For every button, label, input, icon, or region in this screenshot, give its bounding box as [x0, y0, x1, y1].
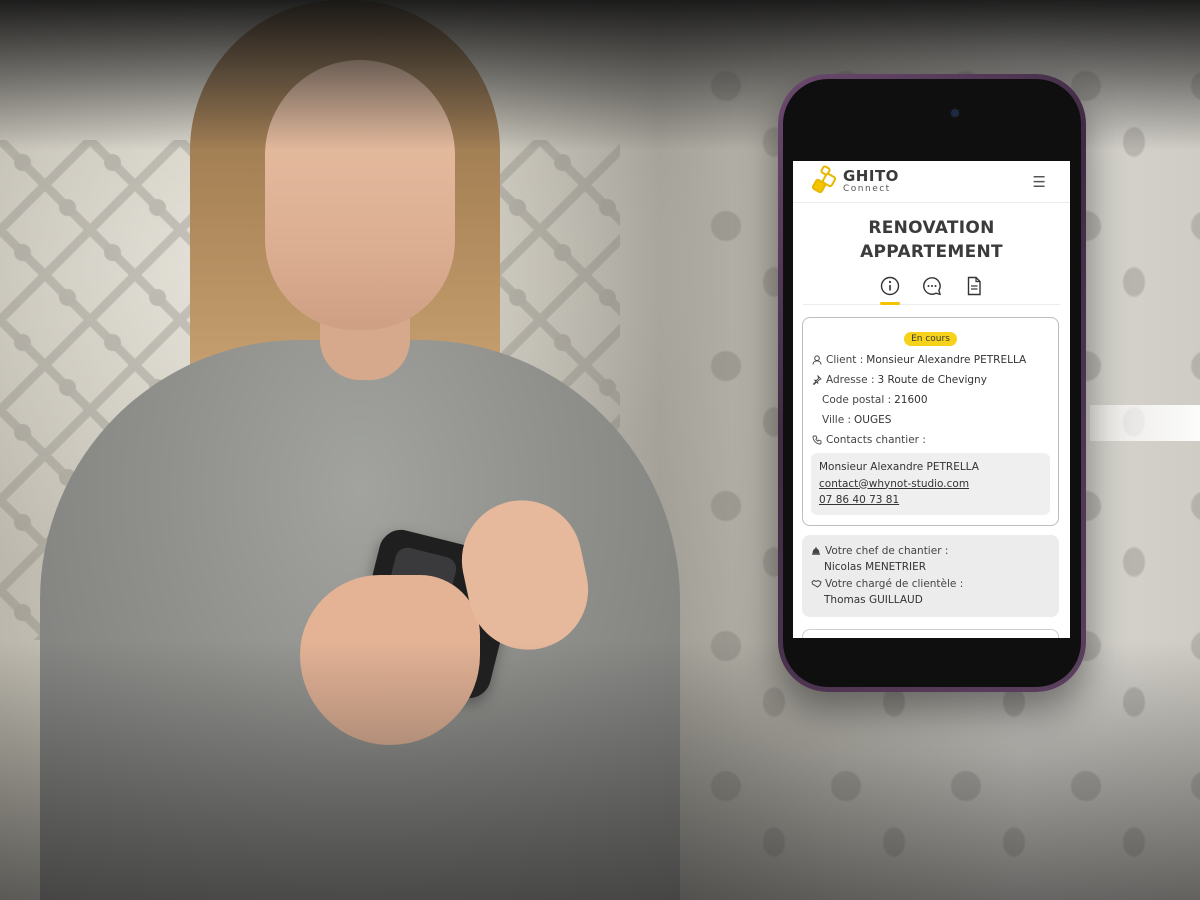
light-strip — [1090, 405, 1200, 441]
tab-info[interactable] — [879, 276, 900, 305]
phone-mockup: GHITO Connect ☰ RENOVATION APPARTEMENT E… — [778, 74, 1086, 692]
foreman-label: Votre chef de chantier : — [825, 544, 949, 557]
client-value: Monsieur Alexandre PETRELLA — [866, 354, 1027, 366]
postal-row: Code postal : 21600 — [811, 390, 1050, 410]
hamburger-menu-icon[interactable]: ☰ — [1033, 173, 1046, 191]
address-row: Adresse : 3 Route de Chevigny — [811, 370, 1050, 390]
app-header: GHITO Connect ☰ — [793, 161, 1070, 203]
logo-text: GHITO Connect — [843, 169, 899, 194]
client-label: Client : — [826, 354, 864, 366]
account-manager-name: Thomas GUILLAUD — [824, 594, 923, 606]
city-label: Ville : — [822, 414, 852, 426]
brand-sub: Connect — [843, 184, 891, 194]
ghito-logo[interactable]: GHITO Connect — [810, 163, 899, 196]
postal-label: Code postal : — [822, 394, 892, 406]
contact-phone-link[interactable]: 07 86 40 73 81 — [819, 492, 1042, 509]
project-title-line1: RENOVATION — [868, 218, 995, 238]
tab-bar — [803, 276, 1060, 305]
contacts-label: Contacts chantier : — [826, 434, 926, 446]
hard-hat-icon — [810, 546, 822, 555]
phone-icon — [811, 435, 823, 445]
document-icon — [967, 276, 981, 296]
front-camera — [951, 109, 959, 117]
address-label: Adresse : — [826, 374, 875, 386]
account-manager-row: Votre chargé de clientèle : — [810, 576, 1049, 593]
address-value: 3 Route de Chevigny — [877, 374, 987, 386]
client-row: Client : Monsieur Alexandre PETRELLA — [811, 350, 1050, 370]
contacts-row: Contacts chantier : — [811, 430, 1050, 450]
user-icon — [811, 355, 823, 365]
city-row: Ville : OUGES — [811, 410, 1050, 430]
status-badge: En cours — [904, 332, 957, 346]
contact-email-link[interactable]: contact@whynot-studio.com — [819, 476, 1042, 493]
team-card: Votre chef de chantier : Nicolas MENETRI… — [802, 534, 1059, 617]
foreman-row: Votre chef de chantier : — [810, 543, 1049, 560]
tab-documents[interactable] — [964, 276, 984, 296]
info-icon — [880, 276, 899, 296]
hexagon-logo-icon — [810, 163, 839, 196]
site-contact-box: Monsieur Alexandre PETRELLA contact@whyn… — [811, 453, 1050, 515]
status-wrap: En cours — [811, 326, 1050, 346]
contact-name: Monsieur Alexandre PETRELLA — [819, 461, 979, 473]
pin-icon — [811, 375, 823, 385]
chat-icon — [922, 277, 941, 296]
project-details-card: En cours Client : Monsieur Alexandre PET… — [802, 317, 1059, 526]
project-title-line2: APPARTEMENT — [860, 242, 1003, 262]
account-manager-label: Votre chargé de clientèle : — [825, 577, 964, 590]
tab-messages[interactable] — [922, 276, 942, 296]
next-card-edge — [802, 628, 1059, 638]
phone-bezel: GHITO Connect ☰ RENOVATION APPARTEMENT E… — [783, 79, 1081, 687]
foreman-name: Nicolas MENETRIER — [824, 561, 927, 573]
postal-value: 21600 — [894, 394, 928, 406]
project-title: RENOVATION APPARTEMENT — [793, 216, 1070, 264]
brand-name: GHITO — [843, 167, 899, 185]
city-value: OUGES — [854, 414, 892, 426]
handshake-icon — [810, 579, 822, 588]
app-screen: GHITO Connect ☰ RENOVATION APPARTEMENT E… — [793, 161, 1070, 638]
